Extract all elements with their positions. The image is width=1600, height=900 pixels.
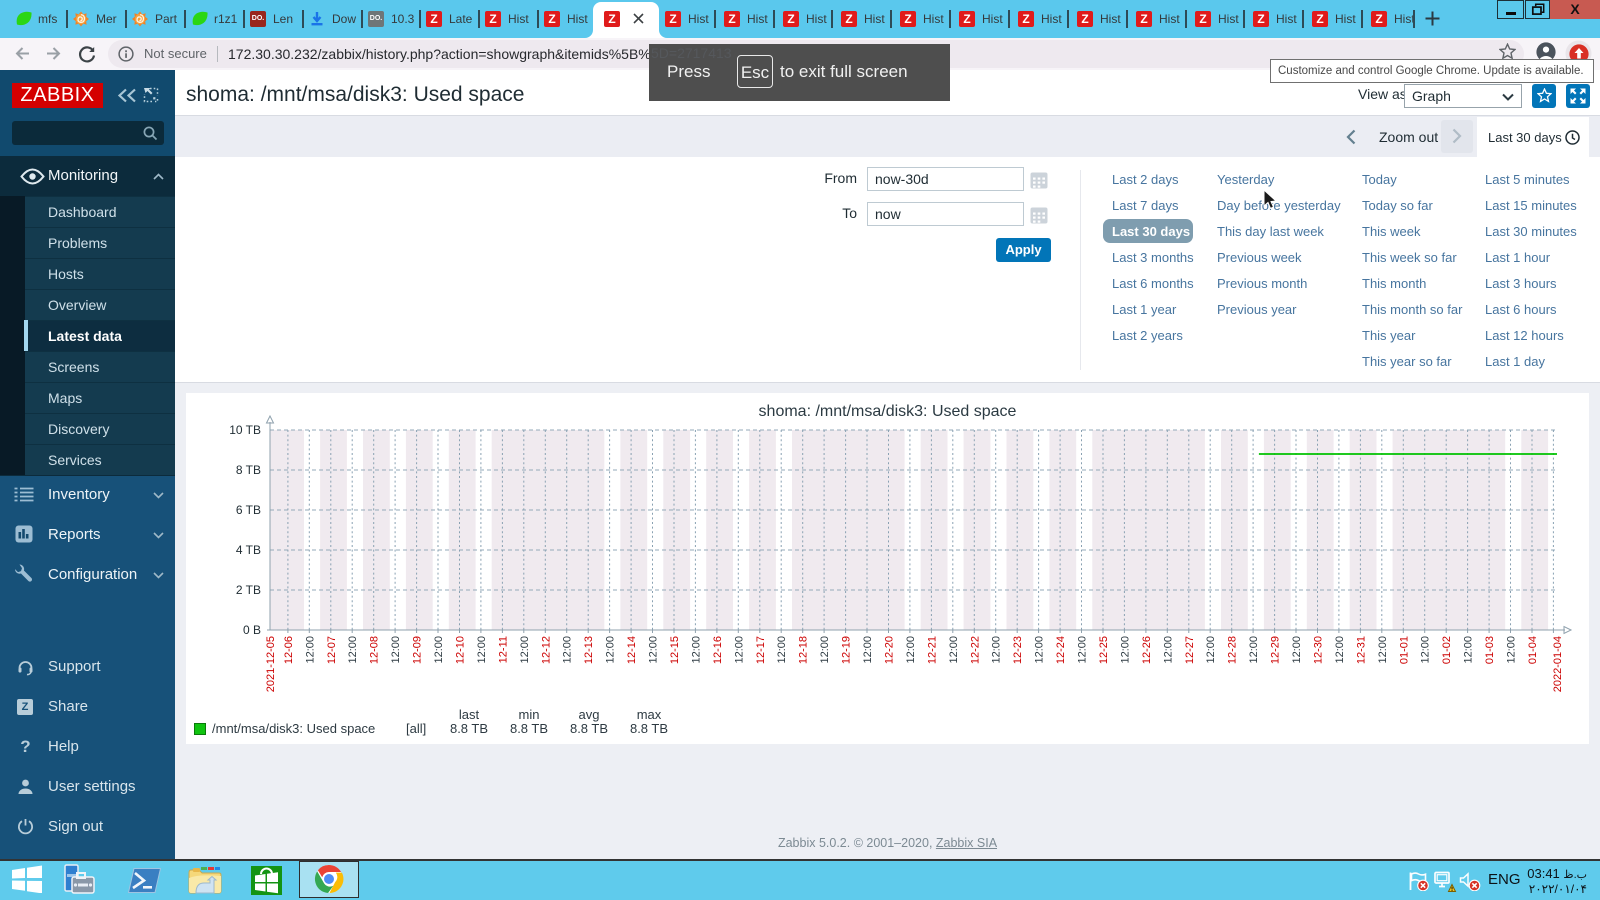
svg-text:2022-01-04: 2022-01-04 [1552, 636, 1564, 692]
svg-text:12-21: 12-21 [926, 636, 938, 664]
svg-text:12:00: 12:00 [390, 636, 402, 664]
svg-text:12:00: 12:00 [476, 636, 488, 664]
svg-text:12-24: 12-24 [1055, 636, 1067, 664]
svg-text:10 TB: 10 TB [229, 423, 261, 437]
svg-text:12-08: 12-08 [369, 636, 381, 664]
svg-text:12-06: 12-06 [283, 636, 295, 664]
svg-text:01-02: 01-02 [1441, 636, 1453, 664]
svg-text:12-20: 12-20 [884, 636, 896, 664]
svg-text:2021-12-05: 2021-12-05 [265, 636, 277, 692]
svg-text:12-10: 12-10 [455, 636, 467, 664]
svg-text:12:00: 12:00 [304, 636, 316, 664]
svg-text:12:00: 12:00 [1248, 636, 1260, 664]
svg-text:12:00: 12:00 [519, 636, 531, 664]
svg-text:12:00: 12:00 [1463, 636, 1475, 664]
svg-text:12:00: 12:00 [347, 636, 359, 664]
svg-text:12:00: 12:00 [991, 636, 1003, 664]
svg-text:12:00: 12:00 [433, 636, 445, 664]
svg-text:0 B: 0 B [243, 623, 261, 637]
svg-text:12-30: 12-30 [1313, 636, 1325, 664]
svg-text:12:00: 12:00 [1205, 636, 1217, 664]
svg-text:12:00: 12:00 [1334, 636, 1346, 664]
svg-text:8 TB: 8 TB [236, 463, 261, 477]
svg-text:12:00: 12:00 [1162, 636, 1174, 664]
svg-text:12:00: 12:00 [562, 636, 574, 664]
svg-text:01-03: 01-03 [1484, 636, 1496, 664]
svg-text:12-17: 12-17 [755, 636, 767, 664]
svg-text:12-23: 12-23 [1012, 636, 1024, 664]
svg-text:12-31: 12-31 [1355, 636, 1367, 664]
svg-text:12-14: 12-14 [626, 636, 638, 664]
svg-text:12-26: 12-26 [1141, 636, 1153, 664]
svg-text:12:00: 12:00 [1377, 636, 1389, 664]
svg-text:12-18: 12-18 [798, 636, 810, 664]
svg-text:12-28: 12-28 [1227, 636, 1239, 664]
svg-text:12-22: 12-22 [969, 636, 981, 664]
svg-text:12:00: 12:00 [733, 636, 745, 664]
svg-text:12-12: 12-12 [540, 636, 552, 664]
svg-text:12-13: 12-13 [583, 636, 595, 664]
svg-text:12:00: 12:00 [1077, 636, 1089, 664]
svg-text:12:00: 12:00 [905, 636, 917, 664]
svg-text:4 TB: 4 TB [236, 543, 261, 557]
svg-text:12-09: 12-09 [412, 636, 424, 664]
svg-text:12:00: 12:00 [690, 636, 702, 664]
svg-text:12-29: 12-29 [1270, 636, 1282, 664]
svg-text:6 TB: 6 TB [236, 503, 261, 517]
svg-text:12-07: 12-07 [326, 636, 338, 664]
svg-text:12-11: 12-11 [497, 636, 509, 663]
svg-text:12-19: 12-19 [841, 636, 853, 664]
svg-text:12:00: 12:00 [1420, 636, 1432, 664]
svg-text:12-27: 12-27 [1184, 636, 1196, 664]
svg-text:12-15: 12-15 [669, 636, 681, 664]
svg-text:12-16: 12-16 [712, 636, 724, 664]
svg-text:2 TB: 2 TB [236, 583, 261, 597]
svg-text:12:00: 12:00 [948, 636, 960, 664]
svg-text:12:00: 12:00 [776, 636, 788, 664]
svg-text:12:00: 12:00 [1506, 636, 1518, 664]
svg-text:12:00: 12:00 [862, 636, 874, 664]
svg-text:12:00: 12:00 [648, 636, 660, 664]
svg-text:12:00: 12:00 [1119, 636, 1131, 664]
svg-text:12:00: 12:00 [819, 636, 831, 664]
svg-text:01-04: 01-04 [1527, 636, 1539, 664]
svg-text:12:00: 12:00 [605, 636, 617, 664]
svg-text:12:00: 12:00 [1034, 636, 1046, 664]
svg-text:01-01: 01-01 [1398, 636, 1410, 664]
svg-text:12:00: 12:00 [1291, 636, 1303, 664]
svg-text:12-25: 12-25 [1098, 636, 1110, 664]
